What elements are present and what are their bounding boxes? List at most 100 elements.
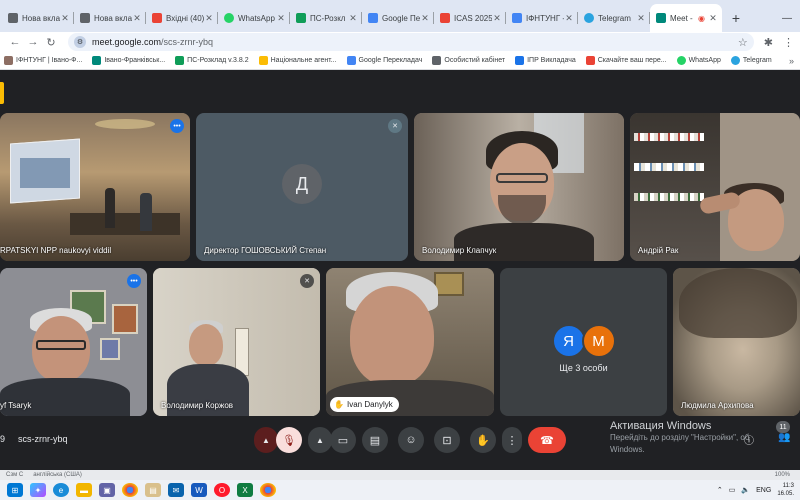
camera-options-button[interactable]: ▲	[308, 427, 332, 453]
outlook-icon[interactable]: ✉	[168, 483, 184, 497]
bookmark-item[interactable]: ІПР Викладача	[515, 56, 576, 65]
camera-toggle-button[interactable]: ▭	[330, 427, 356, 453]
participant-name-pill: ✋ Ivan Danylyk	[330, 397, 399, 412]
raise-hand-button[interactable]: ✋	[470, 427, 496, 453]
books	[634, 133, 704, 141]
bookmark-item[interactable]: Telegram	[730, 56, 772, 65]
more-options-button[interactable]: ⋮	[502, 427, 522, 453]
chevron-up-icon[interactable]: ⌃	[717, 486, 723, 494]
info-icon[interactable]: ⓘ	[744, 432, 754, 447]
present-screen-button[interactable]: ⊡	[434, 427, 460, 453]
file-explorer-icon[interactable]: ▬	[76, 483, 92, 497]
bookmark-item[interactable]: Google Перекладач	[346, 56, 423, 65]
browser-tab[interactable]: Google Пер✕	[362, 4, 434, 32]
bookmark-item[interactable]: Особистий кабінет	[432, 56, 505, 65]
close-icon[interactable]: ✕	[276, 13, 286, 24]
bookmark-favicon-icon	[515, 56, 525, 65]
store-icon[interactable]: ▣	[99, 483, 115, 497]
close-icon[interactable]: ✕	[492, 13, 502, 24]
bookmark-star-icon[interactable]: ☆	[738, 36, 748, 49]
windows-start-icon[interactable]: ⊞	[7, 483, 23, 497]
language-indicator[interactable]: ENG	[756, 487, 771, 494]
minimize-icon[interactable]: —	[782, 13, 792, 24]
url-text: meet.google.com/scs-zrnr-ybq	[92, 37, 213, 47]
tab-label: ПС-Розкл	[310, 13, 346, 23]
leave-call-button[interactable]: ☎	[528, 427, 566, 453]
participant-name: Людмила Архипова	[681, 401, 754, 410]
tab-favicon-icon	[80, 13, 90, 23]
participant-tile[interactable]: Д ✕ Директор ГОШОВСЬКИЙ Степан	[196, 113, 408, 261]
site-info-icon[interactable]: ⚙	[74, 36, 86, 48]
participant-name: Директор ГОШОВСЬКИЙ Степан	[204, 246, 327, 255]
chrome-icon[interactable]	[260, 483, 276, 497]
bookmark-item[interactable]: Івано-Франківськ...	[92, 56, 165, 65]
people-icon[interactable]: 👥	[778, 432, 790, 443]
volume-icon[interactable]: 🔈	[741, 486, 750, 494]
reload-icon[interactable]: ↻	[42, 36, 60, 49]
more-participants-label: Ще 3 особи	[559, 362, 608, 373]
participant-tile[interactable]: ••• RPATSKYI NPP naukovyi viddil	[0, 113, 190, 261]
bookmark-item[interactable]: WhatsApp	[676, 56, 721, 65]
menu-icon[interactable]: ⋮	[783, 36, 794, 49]
close-icon[interactable]: ✕	[204, 13, 214, 24]
browser-tab[interactable]: ІФНТУНГ - ✕	[506, 4, 578, 32]
close-icon[interactable]: ✕	[708, 13, 718, 24]
bookmark-item[interactable]: Національне агент...	[258, 56, 337, 65]
more-participants-tile[interactable]: Я М Ще 3 особи	[500, 268, 667, 416]
emoji-reactions-button[interactable]: ☺	[398, 427, 424, 453]
mic-options-button[interactable]: ▲	[254, 427, 278, 453]
browser-tab[interactable]: Нова вкла ✕	[2, 4, 74, 32]
meeting-info-tag[interactable]	[0, 82, 4, 104]
participant-tile[interactable]: ••• yf Tsaryk	[0, 268, 147, 416]
browser-tab[interactable]: Нова вкла ✕	[74, 4, 146, 32]
browser-tab[interactable]: Вхідні (40) ✕	[146, 4, 218, 32]
camera-icon: ▭	[337, 434, 349, 447]
address-bar[interactable]: ⚙ meet.google.com/scs-zrnr-ybq ☆	[68, 33, 754, 51]
close-icon[interactable]: ✕	[420, 13, 430, 24]
edge-icon[interactable]: e	[53, 483, 69, 497]
files-icon[interactable]: ▤	[145, 483, 161, 497]
close-icon[interactable]: ✕	[348, 13, 358, 24]
participant-tile[interactable]: ✋ Ivan Danylyk	[326, 268, 494, 416]
back-icon[interactable]: ←	[6, 36, 24, 48]
bookmarks-overflow-button[interactable]: »	[789, 56, 800, 66]
schedule-icon	[296, 13, 306, 23]
mic-toggle-button[interactable]: 🎙	[276, 427, 302, 453]
captions-button[interactable]: ▤	[362, 427, 388, 453]
participant-tile[interactable]: Володимир Клапчук	[414, 113, 624, 261]
mic-off-icon: ✕	[388, 119, 402, 133]
close-icon[interactable]: ✕	[132, 13, 142, 24]
copilot-icon[interactable]: ✦	[30, 483, 46, 497]
speaking-indicator-icon: •••	[127, 274, 141, 288]
browser-tab[interactable]: ПС-Розкл ✕	[290, 4, 362, 32]
bookmark-label: Google Перекладач	[358, 57, 423, 64]
battery-icon[interactable]: ▭	[729, 486, 736, 494]
browser-tab[interactable]: WhatsApp ✕	[218, 4, 290, 32]
activation-line: Windows.	[610, 445, 645, 454]
close-icon[interactable]: ✕	[564, 13, 574, 24]
chrome-icon[interactable]	[122, 483, 138, 497]
bookmark-favicon-icon	[4, 56, 13, 65]
browser-tab-active[interactable]: Meet - ◉ ✕	[650, 4, 722, 32]
mic-off-icon: ✕	[300, 274, 314, 288]
glasses	[496, 173, 548, 183]
participant-tile[interactable]: ✕ Володимир Коржов	[153, 268, 320, 416]
close-icon[interactable]: ✕	[60, 13, 70, 24]
extensions-icon[interactable]: ✱	[764, 36, 773, 49]
word-icon[interactable]: W	[191, 483, 207, 497]
excel-icon[interactable]: X	[237, 483, 253, 497]
forward-icon[interactable]: →	[24, 36, 42, 48]
avatar: М	[581, 324, 616, 359]
bookmark-item[interactable]: ПС-Розклад v.3.8.2	[175, 56, 249, 65]
participant-tile[interactable]: Андрій Рак	[630, 113, 800, 261]
clock[interactable]: 11:3 16.05.	[777, 482, 794, 498]
body	[0, 378, 130, 416]
browser-tab[interactable]: ICAS 2025 ✕	[434, 4, 506, 32]
bookmark-item[interactable]: Скачайте ваш пере...	[585, 56, 667, 65]
bookmark-item[interactable]: ІФНТУНГ | Івано-Ф...	[4, 56, 82, 65]
close-icon[interactable]: ✕	[636, 13, 646, 24]
participant-tile[interactable]: Людмила Архипова	[673, 268, 800, 416]
browser-tab[interactable]: Telegram ✕	[578, 4, 650, 32]
opera-icon[interactable]: O	[214, 483, 230, 497]
new-tab-button[interactable]: +	[726, 4, 746, 32]
